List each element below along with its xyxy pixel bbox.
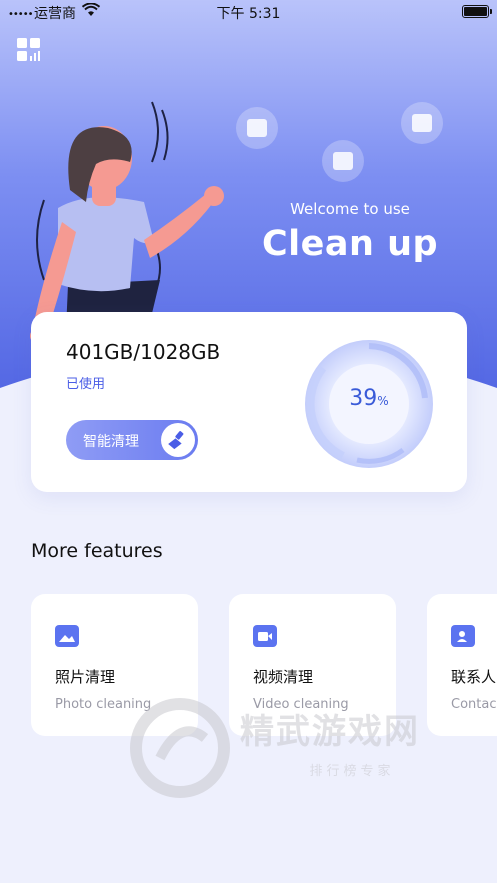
storage-gauge: 39% — [303, 338, 435, 470]
status-bar: ••••• 运营商 下午 5:31 — [0, 0, 497, 26]
brush-icon — [161, 423, 195, 457]
storage-card: 401GB/1028GB 已使用 智能清理 39% — [31, 312, 467, 492]
feature-title: 视频清理 — [253, 668, 314, 686]
storage-usage-value: 401GB/1028GB — [66, 340, 221, 364]
status-time: 下午 5:31 — [216, 6, 281, 22]
grid-menu-icon[interactable] — [16, 37, 42, 63]
storage-percent: 39% — [349, 386, 389, 411]
watermark-tagline: 排行榜专家 — [309, 764, 395, 779]
feature-title: 照片清理 — [55, 668, 116, 686]
feature-title: 联系人 — [451, 668, 497, 686]
used-label: 已使用 — [66, 377, 106, 392]
floating-photo-icon — [236, 107, 278, 149]
battery-icon — [462, 5, 489, 18]
smart-clean-label: 智能清理 — [83, 434, 139, 450]
watermark: 精武游戏网 排行榜专家 — [130, 698, 475, 798]
photo-icon — [55, 625, 79, 647]
battery-tip — [490, 9, 492, 14]
floating-video-icon — [322, 140, 364, 182]
more-features-title: More features — [31, 540, 163, 562]
welcome-text: Welcome to use — [290, 200, 410, 218]
smart-clean-button[interactable]: 智能清理 — [66, 420, 198, 460]
app-title: Clean up — [261, 224, 439, 264]
floating-contact-icon — [401, 102, 443, 144]
watermark-brand: 精武游戏网 — [240, 712, 420, 752]
video-icon — [253, 625, 277, 647]
watermark-logo — [130, 698, 230, 798]
contact-icon — [451, 625, 475, 647]
